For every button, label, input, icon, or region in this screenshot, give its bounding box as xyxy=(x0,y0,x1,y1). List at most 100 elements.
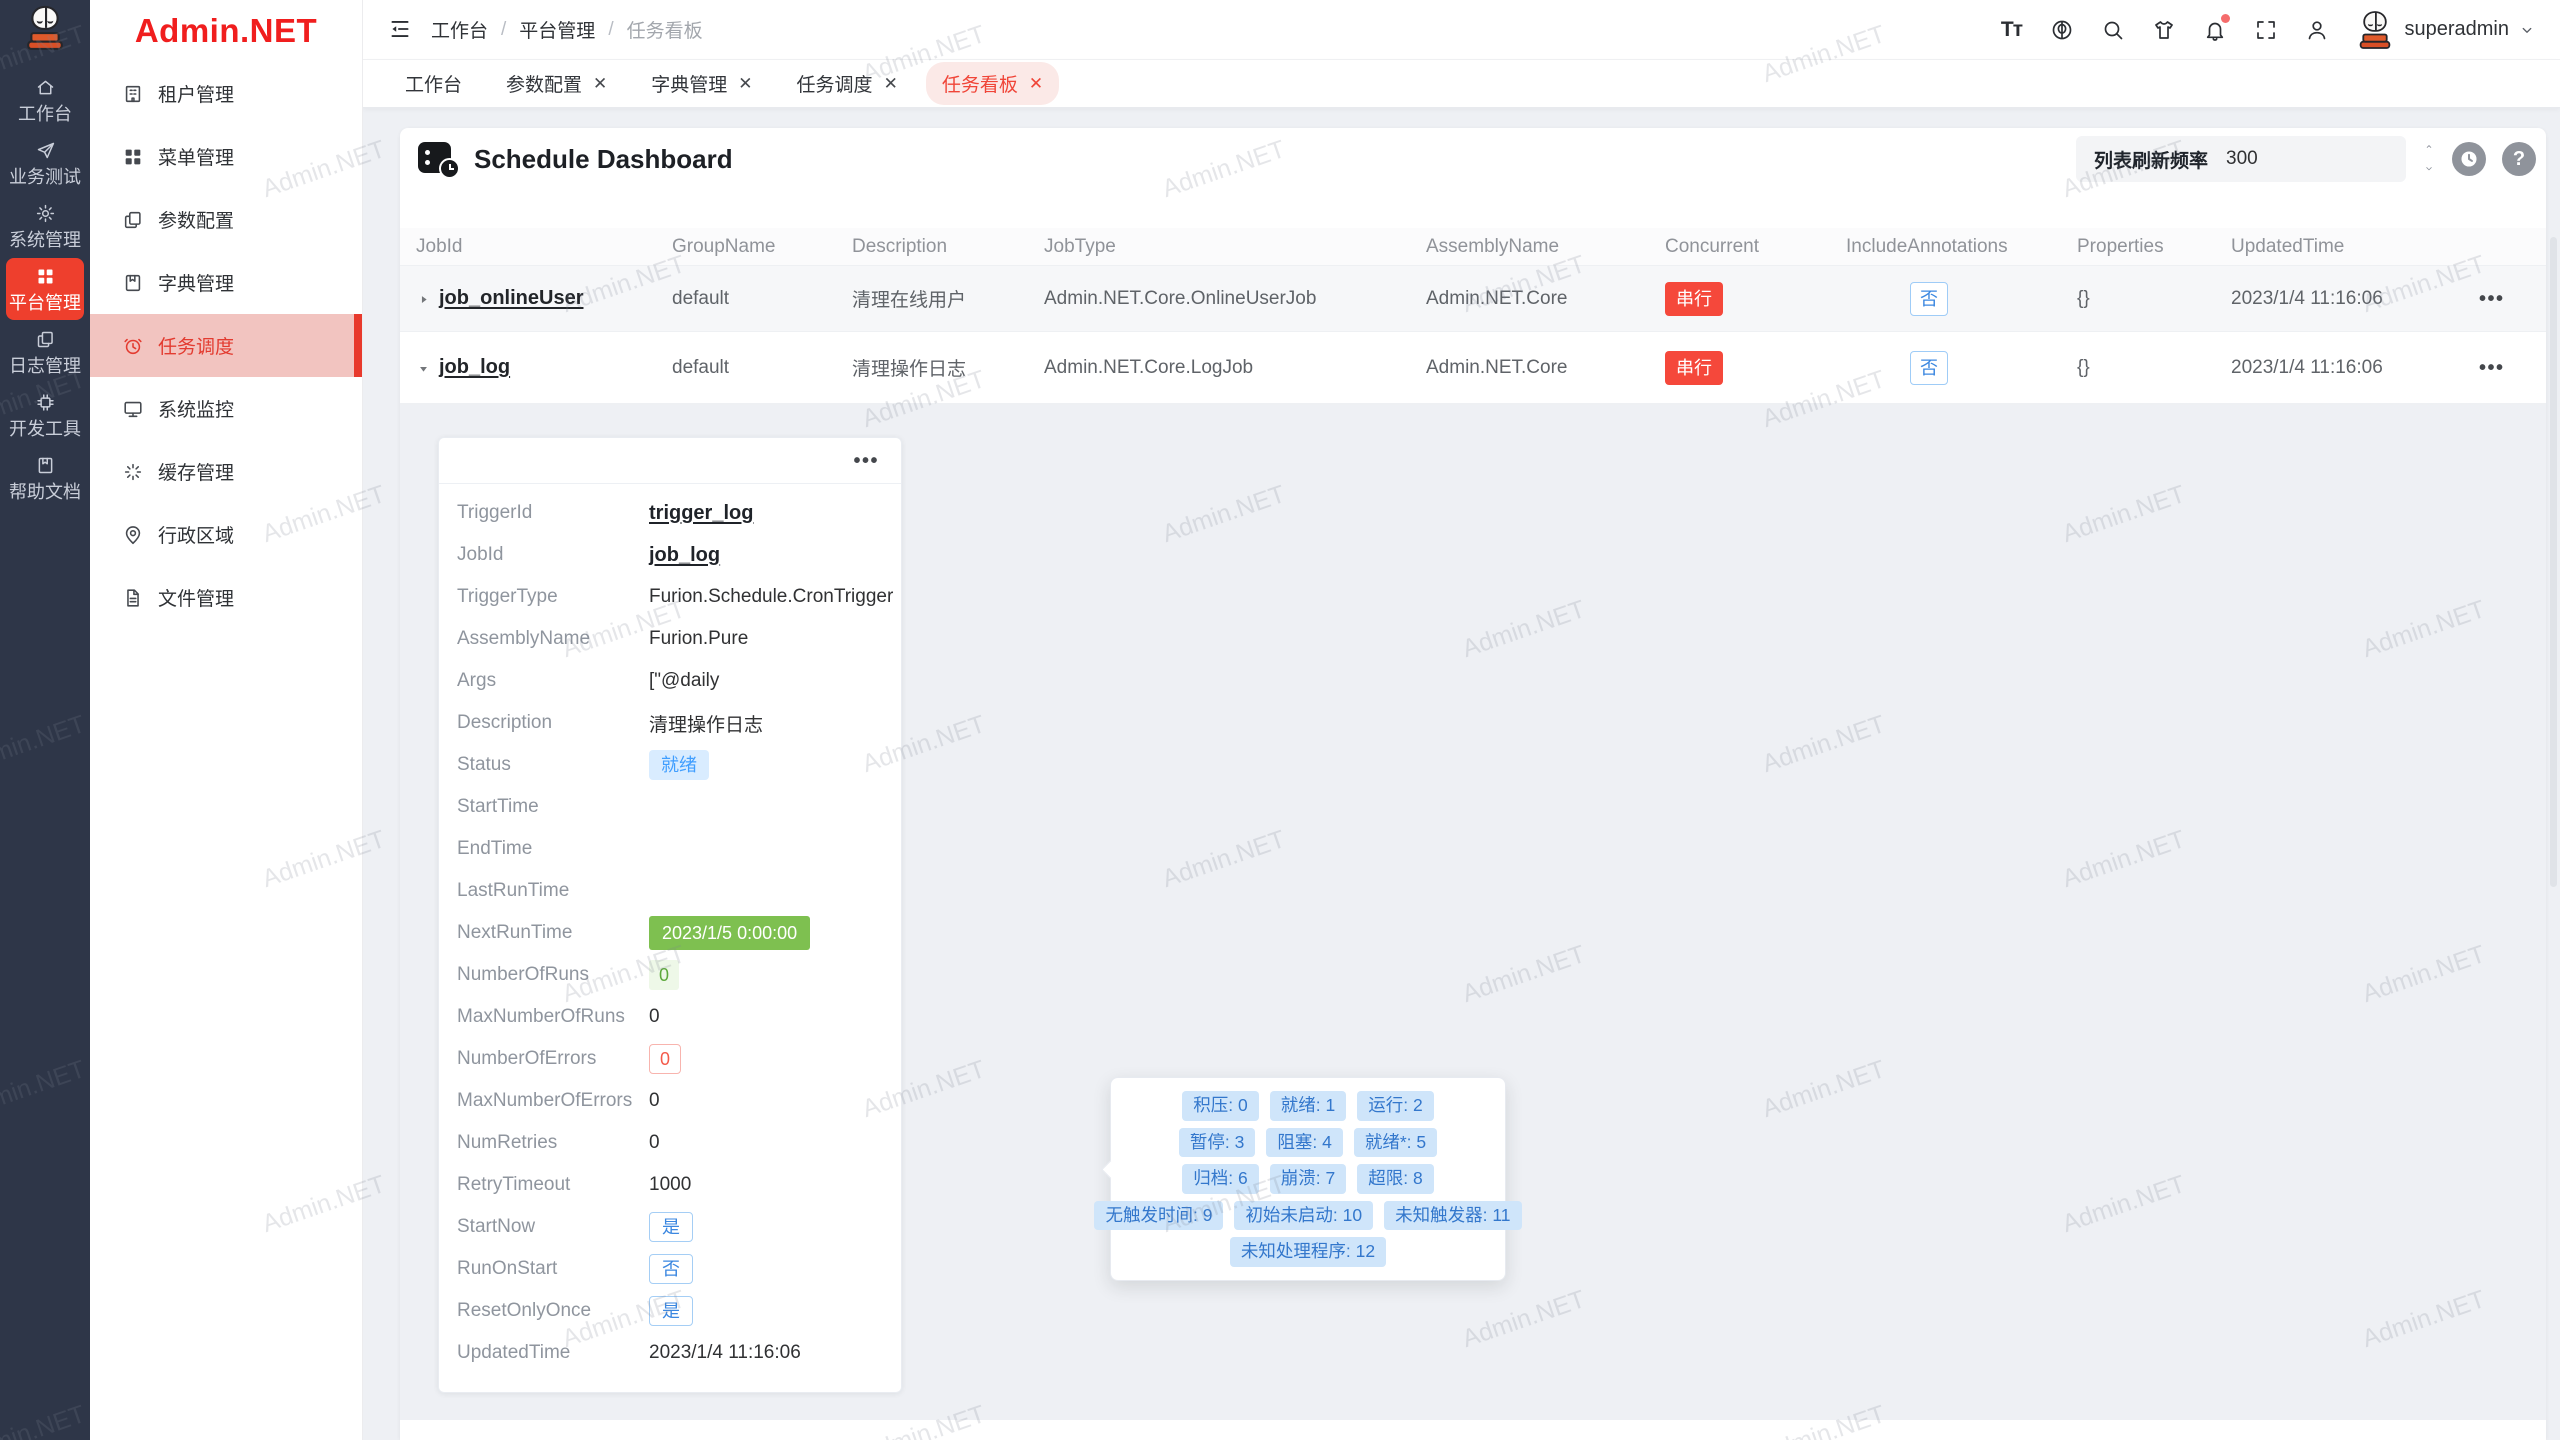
stepper-up-icon[interactable] xyxy=(2422,139,2436,157)
status-tag: 就绪: 1 xyxy=(1270,1091,1346,1121)
help-button[interactable]: ? xyxy=(2502,142,2536,176)
font-size-button[interactable]: Tт xyxy=(1998,17,2024,43)
grid-icon xyxy=(122,146,144,168)
status-tag: 就绪*: 5 xyxy=(1354,1128,1437,1158)
rail-item-grid[interactable]: 平台管理 xyxy=(6,258,84,320)
trigger-detail-card: ••• TriggerIdtrigger_log JobIdjob_log Tr… xyxy=(438,437,902,1393)
breadcrumb-item[interactable]: 平台管理 xyxy=(519,16,595,43)
tab-字典管理[interactable]: 字典管理 ✕ xyxy=(635,62,768,105)
detail-value[interactable]: job_log xyxy=(649,544,720,567)
schedule-dashboard-page: 工作台 业务测试 系统管理 平台管理 日志管理 开发工具 帮助文档 Admin.… xyxy=(0,0,2560,1440)
detail-label: StartTime xyxy=(457,796,649,818)
font-size-icon: Tт xyxy=(2001,18,2022,42)
theme-button[interactable] xyxy=(2151,17,2177,43)
status-tag: 积压: 0 xyxy=(1182,1091,1258,1121)
sidebar-item-file[interactable]: 文件管理 xyxy=(90,566,362,629)
notification-button[interactable] xyxy=(2202,17,2228,43)
rail-item-book[interactable]: 帮助文档 xyxy=(6,447,84,509)
detail-row: StartTime xyxy=(457,786,883,828)
sidebar-item-grid[interactable]: 菜单管理 xyxy=(90,125,362,188)
search-button[interactable] xyxy=(2100,17,2126,43)
detail-label: Status xyxy=(457,754,649,776)
tab-任务调度[interactable]: 任务调度 ✕ xyxy=(781,62,914,105)
detail-row: RetryTimeout1000 xyxy=(457,1164,883,1206)
detail-more-button[interactable]: ••• xyxy=(853,451,879,471)
refresh-rate-input[interactable]: 列表刷新频率 300 xyxy=(2076,136,2406,182)
row-actions-button[interactable]: ••• xyxy=(2479,358,2505,378)
updated-time-cell: 2023/1/4 11:16:06 xyxy=(2215,288,2463,310)
tab-工作台[interactable]: 工作台 xyxy=(389,62,478,105)
copy-icon xyxy=(35,329,56,350)
tab-任务看板[interactable]: 任务看板 ✕ xyxy=(926,62,1059,105)
detail-label: MaxNumberOfErrors xyxy=(457,1090,649,1112)
detail-label: Args xyxy=(457,670,649,692)
detail-value[interactable]: trigger_log xyxy=(649,502,753,525)
sidebar-item-pin[interactable]: 行政区域 xyxy=(90,503,362,566)
rail-item-copy[interactable]: 日志管理 xyxy=(6,321,84,383)
close-icon[interactable]: ✕ xyxy=(1029,75,1043,92)
sidebar-item-loading[interactable]: 缓存管理 xyxy=(90,440,362,503)
popover-tag-row: 积压: 0就绪: 1运行: 2 xyxy=(1121,1091,1495,1121)
rail-item-label: 平台管理 xyxy=(9,294,81,312)
app-logo[interactable] xyxy=(24,6,66,55)
refresh-rate-label: 列表刷新频率 xyxy=(2094,146,2208,173)
sidebar-item-book[interactable]: 字典管理 xyxy=(90,251,362,314)
breadcrumb-item[interactable]: 工作台 xyxy=(431,16,488,43)
detail-value: 是 xyxy=(649,1296,693,1326)
rail-item-home[interactable]: 工作台 xyxy=(6,69,84,131)
detail-value: 0 xyxy=(649,1132,660,1154)
status-tag: 阻塞: 4 xyxy=(1266,1128,1342,1158)
close-icon[interactable]: ✕ xyxy=(593,75,607,92)
row-actions-button[interactable]: ••• xyxy=(2479,289,2505,309)
sidebar-item-label: 字典管理 xyxy=(158,269,234,296)
close-icon[interactable]: ✕ xyxy=(884,75,898,92)
caret-down-icon[interactable] xyxy=(416,360,431,375)
rail-item-gear[interactable]: 系统管理 xyxy=(6,195,84,257)
menu-fold-button[interactable] xyxy=(387,16,415,44)
stepper-down-icon[interactable] xyxy=(2422,161,2436,179)
detail-row: RunOnStart否 xyxy=(457,1248,883,1290)
chevdown-icon xyxy=(2422,163,2436,174)
sidebar-item-alarm[interactable]: 任务调度 xyxy=(90,314,362,377)
pin-icon xyxy=(122,524,144,546)
loading-icon xyxy=(122,461,144,483)
group-cell: default xyxy=(656,288,836,310)
profile-button[interactable] xyxy=(2304,17,2330,43)
tab-参数配置[interactable]: 参数配置 ✕ xyxy=(490,62,623,105)
updated-time-cell: 2023/1/4 11:16:06 xyxy=(2215,357,2463,379)
rail-item-cpu[interactable]: 开发工具 xyxy=(6,384,84,446)
fullscreen-button[interactable] xyxy=(2253,17,2279,43)
expanded-row-area: ••• TriggerIdtrigger_log JobIdjob_log Tr… xyxy=(400,404,2546,1420)
detail-row: AssemblyNameFurion.Pure xyxy=(457,618,883,660)
sidebar-item-label: 菜单管理 xyxy=(158,143,234,170)
column-header: AssemblyName xyxy=(1410,236,1649,258)
language-button[interactable] xyxy=(2049,17,2075,43)
close-icon[interactable]: ✕ xyxy=(738,75,752,92)
caret-right-icon[interactable] xyxy=(416,291,431,306)
scrollbar[interactable] xyxy=(2550,237,2557,887)
sidebar-item-copy[interactable]: 参数配置 xyxy=(90,188,362,251)
history-clock-button[interactable] xyxy=(2452,142,2486,176)
detail-value: 清理操作日志 xyxy=(649,710,763,737)
sidebar-item-building[interactable]: 租户管理 xyxy=(90,62,362,125)
book-icon xyxy=(35,455,56,476)
detail-label: NumberOfErrors xyxy=(457,1048,649,1070)
tab-label: 参数配置 xyxy=(506,70,582,97)
sidebar-item-monitor[interactable]: 系统监控 xyxy=(90,377,362,440)
user-menu[interactable]: superadmin xyxy=(2355,9,2536,51)
monitor-icon xyxy=(122,398,144,420)
breadcrumb-separator: / xyxy=(608,19,613,41)
detail-card-header: ••• xyxy=(439,438,901,484)
status-tag: 初始未启动: 10 xyxy=(1234,1201,1373,1231)
rail-item-label: 工作台 xyxy=(18,105,72,123)
status-tag: 未知触发器: 11 xyxy=(1384,1201,1521,1231)
job-id-link[interactable]: job_log xyxy=(439,356,510,379)
assembly-cell: Admin.NET.Core xyxy=(1410,288,1649,310)
rail-item-send[interactable]: 业务测试 xyxy=(6,132,84,194)
job-id-link[interactable]: job_onlineUser xyxy=(439,287,583,310)
column-header: Description xyxy=(836,236,1028,258)
column-header: JobId xyxy=(400,236,656,258)
sidebar-item-label: 缓存管理 xyxy=(158,458,234,485)
toolbar: Schedule Dashboard 列表刷新频率 300 ? xyxy=(400,128,2546,190)
detail-value: 是 xyxy=(649,1212,693,1242)
